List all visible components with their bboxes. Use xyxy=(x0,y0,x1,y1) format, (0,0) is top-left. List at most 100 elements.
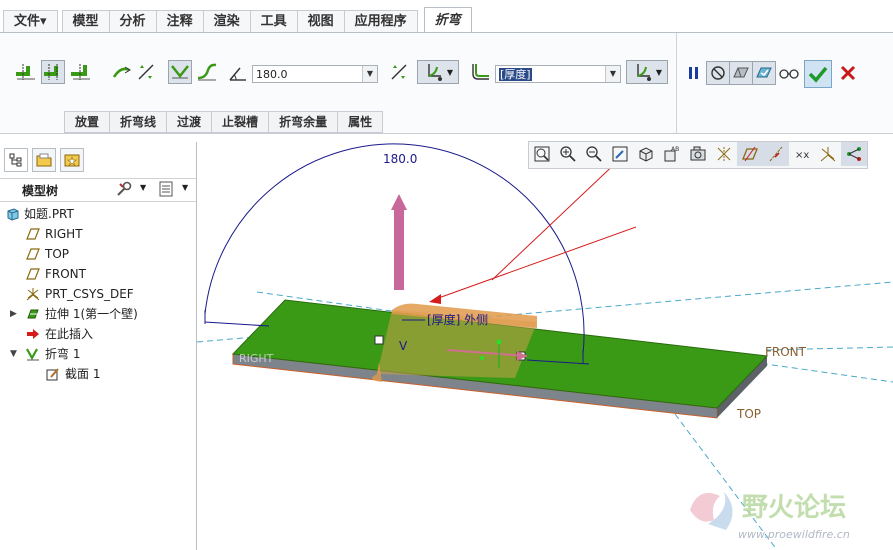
bend-to-line-icon[interactable] xyxy=(41,60,65,84)
extrude-wall-icon xyxy=(26,307,40,321)
tree-item-label: 拉伸 1(第一个壁) xyxy=(45,307,138,321)
repaint-icon[interactable] xyxy=(607,142,633,166)
tree-item-front[interactable]: FRONT xyxy=(0,264,196,284)
tree-item-label: TOP xyxy=(45,247,70,261)
angle-dimension-text[interactable]: 180.0 xyxy=(383,152,417,166)
plane-display-icon[interactable] xyxy=(737,142,763,166)
refit-icon[interactable] xyxy=(529,142,555,166)
sub-tabs: 放置 折弯线 过渡 止裂槽 折弯余量 属性 xyxy=(64,111,384,133)
tree-item-label: 在此插入 xyxy=(45,327,94,341)
tree-item-section[interactable]: 截面 1 xyxy=(0,364,196,384)
glasses-icon[interactable] xyxy=(777,61,801,85)
cancel-icon[interactable] xyxy=(836,61,860,85)
annotation-arrow-head xyxy=(429,294,441,304)
tab-view[interactable]: 视图 xyxy=(296,10,344,33)
bend-to-end-icon[interactable] xyxy=(14,60,38,84)
sketch-icon xyxy=(46,367,60,381)
saved-orientations-icon[interactable]: AB xyxy=(659,142,685,166)
tab-bend[interactable]: 折弯 xyxy=(423,7,472,32)
tab-tools[interactable]: 工具 xyxy=(249,10,297,33)
chevron-down-icon[interactable]: ▼ xyxy=(656,68,662,77)
tree-item-label: 截面 1 xyxy=(65,367,101,381)
bend-angle-type-icon[interactable] xyxy=(168,60,192,84)
tree-item-right[interactable]: RIGHT xyxy=(0,224,196,244)
angle-value-combo[interactable]: 180.0 ▼ xyxy=(252,65,378,83)
plane-label-top: TOP xyxy=(736,407,761,421)
flip-bend-side-icon[interactable] xyxy=(110,60,134,84)
thickness-callout[interactable]: [厚度] 外侧 xyxy=(427,312,488,327)
tree-item-csys[interactable]: PRT_CSYS_DEF xyxy=(0,284,196,304)
favorites-icon xyxy=(64,154,80,167)
chevron-down-icon[interactable]: ▼ xyxy=(447,68,453,77)
ribbon: 180.0 ▼ ▼ [厚度] ▼ ▼ 放置 折弯线 过渡 止裂槽 折弯余量 属性 xyxy=(0,32,893,134)
point-display-icon[interactable]: ×x xyxy=(789,142,815,166)
tab-annotate[interactable]: 注释 xyxy=(155,10,203,33)
datum-plane-icon xyxy=(26,247,40,261)
model-tree: 如题.PRT RIGHT TOP FRONT PRT_CSYS_DEF ▶ 拉伸… xyxy=(0,204,196,384)
tree-title: 模型树 xyxy=(22,184,59,198)
subtab-properties[interactable]: 属性 xyxy=(337,111,384,133)
view-manager-icon[interactable] xyxy=(685,142,711,166)
annotation-display-icon[interactable] xyxy=(841,142,867,166)
part-icon xyxy=(6,207,20,221)
accept-icon[interactable] xyxy=(804,60,832,88)
folder-tab[interactable] xyxy=(32,148,56,172)
model-tree-tab[interactable] xyxy=(4,148,28,172)
radius-side-button[interactable]: ▼ xyxy=(626,60,668,84)
no-preview-icon[interactable] xyxy=(706,61,730,85)
tree-item-extrude[interactable]: ▶ 拉伸 1(第一个壁) xyxy=(0,304,196,324)
tree-item-bend[interactable]: ▼ 折弯 1 xyxy=(0,344,196,364)
annotation-arrow xyxy=(432,226,637,301)
zoom-in-icon[interactable] xyxy=(555,142,581,166)
bend-feature-icon xyxy=(26,347,40,361)
tab-model[interactable]: 模型 xyxy=(61,10,109,33)
subtab-bend-line[interactable]: 折弯线 xyxy=(109,111,167,133)
tree-item-label: PRT_CSYS_DEF xyxy=(45,287,134,301)
expand-arrow-icon[interactable]: ▶ xyxy=(10,304,17,324)
angle-icon xyxy=(226,62,250,86)
bend-roll-icon[interactable] xyxy=(195,60,219,84)
dimension-location-button[interactable]: ▼ xyxy=(417,60,459,84)
axis-display-icon[interactable] xyxy=(763,142,789,166)
tab-render[interactable]: 渲染 xyxy=(202,10,250,33)
display-style-icon[interactable] xyxy=(633,142,659,166)
flip-fixed-side-icon[interactable] xyxy=(134,60,158,84)
subtab-relief[interactable]: 止裂槽 xyxy=(211,111,269,133)
direction-arrow-head[interactable] xyxy=(391,194,407,210)
tree-header: 模型树 ▼ ▼ xyxy=(0,178,196,202)
tab-applications[interactable]: 应用程序 xyxy=(343,10,418,33)
svg-text:×x: ×x xyxy=(795,150,809,161)
subtab-bend-allowance[interactable]: 折弯余量 xyxy=(268,111,338,133)
subtab-transition[interactable]: 过渡 xyxy=(166,111,212,133)
menu-file[interactable]: 文件▾ xyxy=(3,10,58,33)
v-label: V xyxy=(399,339,408,353)
menu-bar: 文件▾ 模型 分析 注释 渲染 工具 视图 应用程序 折弯 xyxy=(0,0,893,33)
csys-display-icon[interactable] xyxy=(815,142,841,166)
tab-analysis[interactable]: 分析 xyxy=(108,10,156,33)
zoom-out-icon[interactable] xyxy=(581,142,607,166)
drag-handle[interactable] xyxy=(374,335,384,345)
tree-item-part[interactable]: 如题.PRT xyxy=(0,204,196,224)
pause-icon[interactable] xyxy=(682,61,706,85)
subtab-placement[interactable]: 放置 xyxy=(64,111,110,133)
model-tree-icon xyxy=(9,153,22,167)
verify-icon[interactable] xyxy=(752,61,776,85)
chevron-down-icon[interactable]: ▼ xyxy=(362,66,377,82)
favorites-tab[interactable] xyxy=(60,148,84,172)
tree-item-label: FRONT xyxy=(45,267,86,281)
chevron-down-icon[interactable]: ▼ xyxy=(605,66,620,82)
chevron-down-icon[interactable]: ▼ xyxy=(140,183,146,192)
flip-angle-icon[interactable] xyxy=(387,60,411,84)
chevron-down-icon[interactable]: ▼ xyxy=(182,183,188,192)
tree-item-insert-here[interactable]: 在此插入 xyxy=(0,324,196,344)
show-list-icon[interactable] xyxy=(158,181,174,200)
forum-watermark: 野火论坛 www.proewildfire.cn xyxy=(680,480,890,546)
settings-icon[interactable] xyxy=(116,181,134,200)
datum-display-icon[interactable] xyxy=(711,142,737,166)
collapse-arrow-icon[interactable]: ▼ xyxy=(10,344,17,364)
preview-icon[interactable] xyxy=(729,61,753,85)
bend-edge-icon[interactable] xyxy=(69,60,93,84)
thickness-combo[interactable]: [厚度] ▼ xyxy=(495,65,621,83)
csys-point xyxy=(480,356,484,360)
tree-item-top[interactable]: TOP xyxy=(0,244,196,264)
